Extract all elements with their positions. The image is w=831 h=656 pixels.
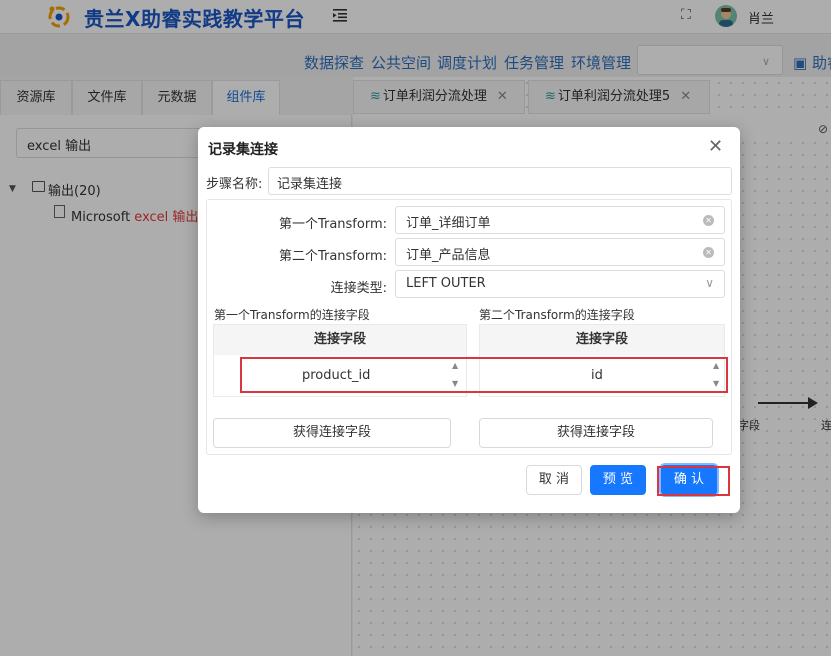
first-transform-label: 第一个Transform: bbox=[278, 217, 387, 232]
join-type-label: 连接类型: bbox=[330, 281, 387, 296]
clear-icon[interactable]: ✕ bbox=[703, 215, 714, 226]
record-set-join-dialog: 记录集连接 ✕ 步骤名称: 记录集连接 第一个Transform: 订单_详细订… bbox=[198, 127, 740, 513]
first-transform-select[interactable]: 订单_详细订单 ✕ bbox=[395, 206, 725, 234]
second-fields-header: 连接字段 bbox=[480, 325, 724, 355]
second-transform-label: 第二个Transform: bbox=[278, 249, 387, 264]
fetch-second-fields-button[interactable]: 获得连接字段 bbox=[479, 418, 713, 448]
highlight-box bbox=[240, 357, 728, 393]
join-config-box: 第一个Transform: 订单_详细订单 ✕ 第二个Transform: 订单… bbox=[206, 199, 732, 455]
step-name-label: 步骤名称: bbox=[206, 177, 263, 192]
join-type-value: LEFT OUTER bbox=[406, 276, 486, 291]
join-type-select[interactable]: LEFT OUTER ∨ bbox=[395, 270, 725, 298]
second-fields-caption: 第二个Transform的连接字段 bbox=[479, 308, 635, 322]
dialog-title: 记录集连接 bbox=[208, 142, 278, 158]
first-fields-header: 连接字段 bbox=[214, 325, 466, 355]
preview-button[interactable]: 预 览 bbox=[590, 465, 646, 495]
step-name-input[interactable]: 记录集连接 bbox=[268, 167, 732, 195]
cancel-button[interactable]: 取 消 bbox=[526, 465, 582, 495]
second-transform-select[interactable]: 订单_产品信息 ✕ bbox=[395, 238, 725, 266]
first-fields-caption: 第一个Transform的连接字段 bbox=[214, 308, 370, 322]
close-icon[interactable]: ✕ bbox=[708, 136, 723, 157]
chevron-down-icon: ∨ bbox=[705, 276, 714, 290]
first-transform-value: 订单_详细订单 bbox=[406, 216, 491, 231]
second-transform-value: 订单_产品信息 bbox=[406, 248, 491, 263]
clear-icon[interactable]: ✕ bbox=[703, 247, 714, 258]
fetch-first-fields-button[interactable]: 获得连接字段 bbox=[213, 418, 451, 448]
highlight-box bbox=[657, 466, 730, 496]
